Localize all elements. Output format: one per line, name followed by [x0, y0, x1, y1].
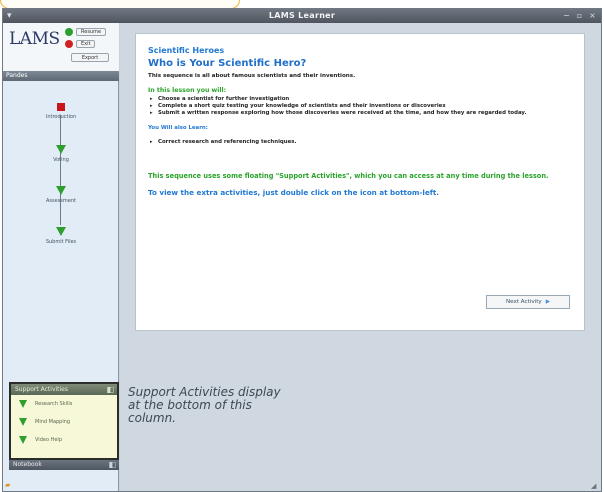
- sequence-item-assessment[interactable]: Assessment: [3, 186, 119, 204]
- activity-triangle-icon: [56, 227, 66, 236]
- support-item-mind-mapping[interactable]: Mind Mapping: [11, 413, 117, 431]
- resize-grip-icon[interactable]: ◢: [591, 482, 599, 490]
- next-activity-button[interactable]: Next Activity ▶: [486, 295, 570, 309]
- sequence-item-introduction[interactable]: Introduction: [3, 103, 119, 120]
- resume-button[interactable]: Resume: [76, 28, 107, 36]
- support-item-label: Video Help: [35, 437, 62, 443]
- activity-triangle-icon: [56, 145, 66, 154]
- lams-logo: LAMS: [9, 29, 60, 49]
- expand-icon[interactable]: ◧: [108, 460, 116, 470]
- resume-icon: [65, 28, 73, 36]
- window-titlebar: ▾ LAMS Learner − ▫ ×: [3, 9, 601, 23]
- support-item-research-skills[interactable]: Research Skills: [11, 395, 117, 413]
- notebook-bar[interactable]: Notebook ◧: [9, 460, 119, 470]
- support-activities-title: Support Activities: [15, 386, 68, 393]
- exit-button[interactable]: Exit: [76, 40, 96, 48]
- support-activities-panel: Support Activities ◧ Research Skills Min…: [9, 382, 119, 460]
- activity-card: Scientific Heroes Who is Your Scientific…: [135, 33, 585, 331]
- activity-triangle-icon: [19, 400, 27, 408]
- exit-icon: [65, 40, 73, 48]
- intro-text: This sequence is all about famous scient…: [148, 73, 356, 79]
- current-activity-icon: [57, 103, 65, 111]
- list-item: Choose a scientist for further investiga…: [148, 96, 572, 103]
- sequence-item-label: Introduction: [45, 114, 77, 120]
- corner-icon[interactable]: ▰: [5, 481, 10, 489]
- sequence-panel-header: Pandes: [3, 71, 119, 81]
- learner-window: ▾ LAMS Learner − ▫ × LAMS Resume Exit Ex…: [2, 8, 602, 492]
- page-title: Who is Your Scientific Hero?: [148, 58, 307, 69]
- list-item: Complete a short quiz testing your knowl…: [148, 103, 572, 110]
- maximize-icon[interactable]: ▫: [575, 11, 584, 20]
- exit-control[interactable]: Exit: [65, 39, 111, 49]
- support-item-label: Mind Mapping: [35, 419, 71, 425]
- lesson-heading: In this lesson you will:: [148, 87, 227, 94]
- next-activity-label: Next Activity: [505, 299, 542, 305]
- sequence-item-voting[interactable]: Voting: [3, 145, 119, 163]
- resume-control[interactable]: Resume: [65, 27, 111, 37]
- close-icon[interactable]: ×: [588, 11, 597, 20]
- collapse-icon[interactable]: ◧: [106, 385, 114, 394]
- support-item-label: Research Skills: [35, 401, 73, 407]
- also-learn-list: Correct research and referencing techniq…: [148, 139, 572, 146]
- activity-triangle-icon: [56, 186, 66, 195]
- sequence-item-label: Assessment: [46, 198, 76, 204]
- list-item: Submit a written response exploring how …: [148, 110, 572, 117]
- also-learn-heading: You Will also Learn:: [148, 124, 208, 131]
- lesson-bullet-list: Choose a scientist for further investiga…: [148, 96, 572, 118]
- support-activities-text: This sequence uses some floating "Suppor…: [148, 171, 549, 180]
- window-title: LAMS Learner: [268, 11, 336, 20]
- sequence-title: Scientific Heroes: [148, 46, 225, 55]
- export-button[interactable]: Export: [71, 53, 109, 62]
- chevron-right-icon: ▶: [545, 299, 551, 305]
- sequence-item-submit-files[interactable]: Submit Files: [3, 227, 119, 245]
- minimize-icon[interactable]: −: [562, 11, 571, 20]
- sequence-item-label: Voting: [53, 157, 69, 163]
- notebook-label: Notebook: [13, 461, 42, 468]
- list-item: Correct research and referencing techniq…: [148, 139, 572, 146]
- annotation-note: Support Activities display at the bottom…: [128, 385, 281, 425]
- sequence-item-label: Submit Files: [45, 239, 77, 245]
- logo-area: LAMS Resume Exit Export: [3, 23, 119, 71]
- sequence-connector-line: [60, 115, 61, 225]
- activity-triangle-icon: [19, 436, 27, 444]
- support-activities-header[interactable]: Support Activities ◧: [11, 384, 117, 395]
- activity-triangle-icon: [19, 418, 27, 426]
- extra-activities-text: To view the extra activities, just doubl…: [148, 187, 440, 197]
- support-item-video-help[interactable]: Video Help: [11, 431, 117, 449]
